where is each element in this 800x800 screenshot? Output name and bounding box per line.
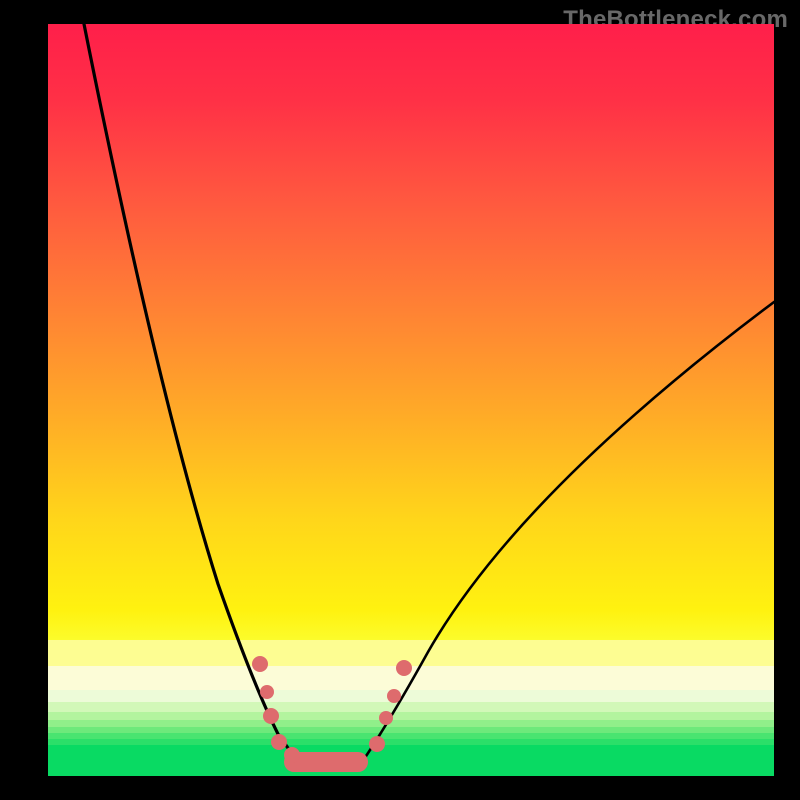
marker-dot [369,736,385,752]
marker-dot [379,711,393,725]
marker-dot [396,660,412,676]
marker-dot [252,656,268,672]
marker-dot [260,685,274,699]
marker-dot [263,708,279,724]
plot-area [48,24,774,776]
marker-dot [271,734,287,750]
chart-stage: TheBottleneck.com [0,0,800,800]
marker-dot [284,747,300,763]
marker-dot [387,689,401,703]
